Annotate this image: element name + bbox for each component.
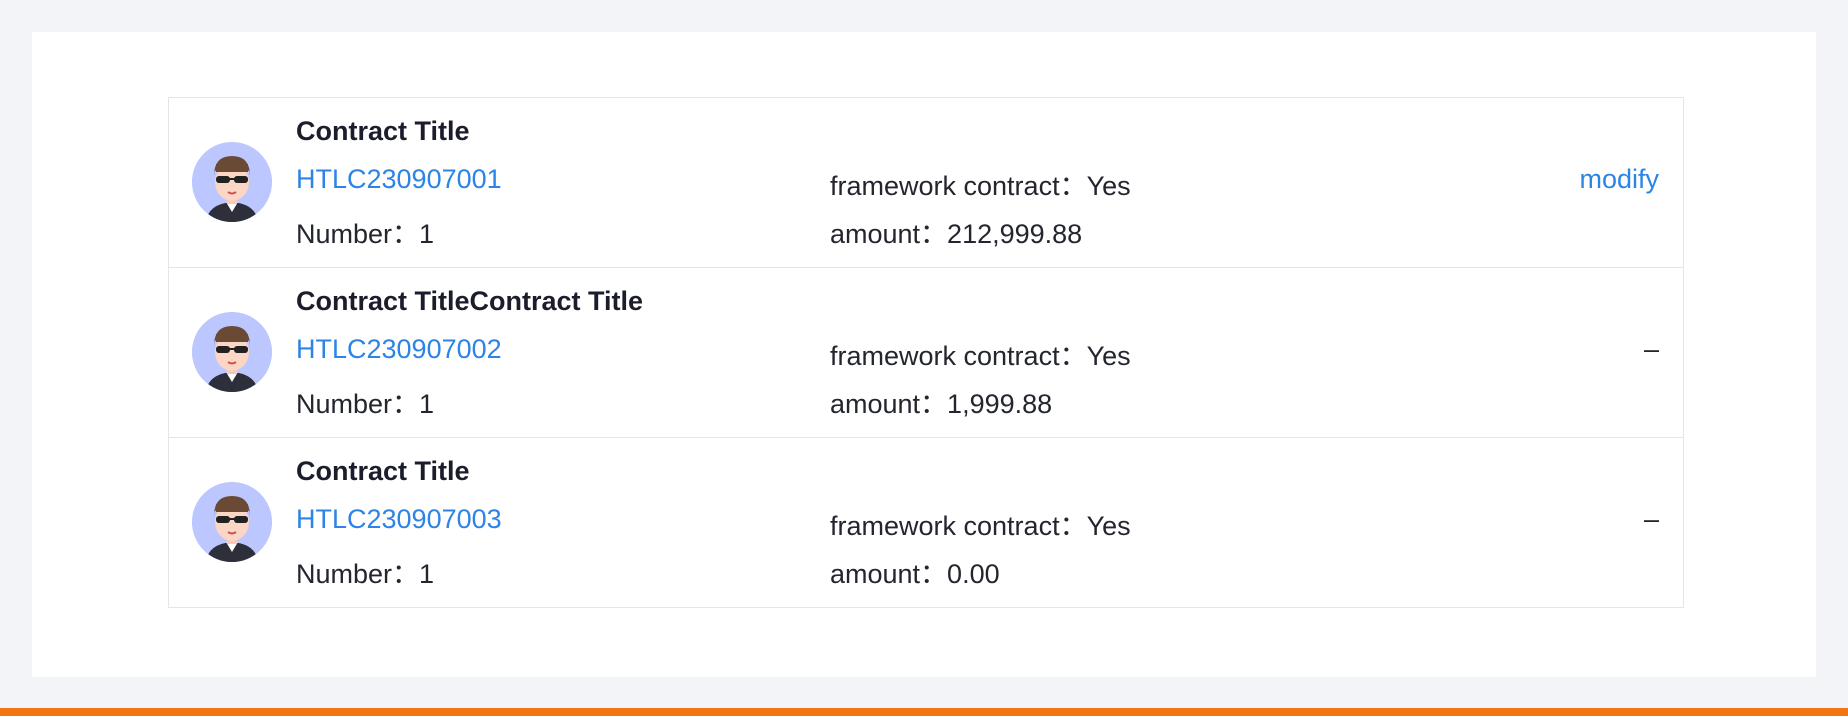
framework-contract: framework contract：Yes <box>830 341 1131 371</box>
contract-list: Contract Title HTLC230907001 Number：1 fr… <box>168 97 1684 608</box>
contract-row: Contract TitleContract Title HTLC2309070… <box>169 268 1683 438</box>
contract-amount: amount：0.00 <box>830 559 1000 589</box>
avatar-icon <box>192 482 272 562</box>
contract-row: Contract Title HTLC230907001 Number：1 fr… <box>169 98 1683 268</box>
contract-amount: amount：1,999.88 <box>830 389 1053 419</box>
contract-number: Number：1 <box>296 389 435 419</box>
action-placeholder: – <box>1643 334 1659 364</box>
framework-contract: framework contract：Yes <box>830 171 1131 201</box>
avatar-icon <box>192 142 272 222</box>
contract-number: Number：1 <box>296 559 435 589</box>
contract-title: Contract Title <box>296 116 470 146</box>
action-placeholder: – <box>1643 504 1659 534</box>
avatar-icon <box>192 312 272 392</box>
contract-number: Number：1 <box>296 219 435 249</box>
contract-title: Contract TitleContract Title <box>296 286 644 316</box>
contract-amount: amount：212,999.88 <box>830 219 1083 249</box>
contract-code-link[interactable]: HTLC230907002 <box>296 334 502 365</box>
contract-row: Contract Title HTLC230907003 Number：1 fr… <box>169 438 1683 607</box>
modify-button[interactable]: modify <box>1579 164 1659 195</box>
framework-contract: framework contract：Yes <box>830 511 1131 541</box>
contract-title: Contract Title <box>296 456 470 486</box>
contract-code-link[interactable]: HTLC230907003 <box>296 504 502 535</box>
contract-code-link[interactable]: HTLC230907001 <box>296 164 502 195</box>
bottom-accent-bar <box>0 708 1848 716</box>
